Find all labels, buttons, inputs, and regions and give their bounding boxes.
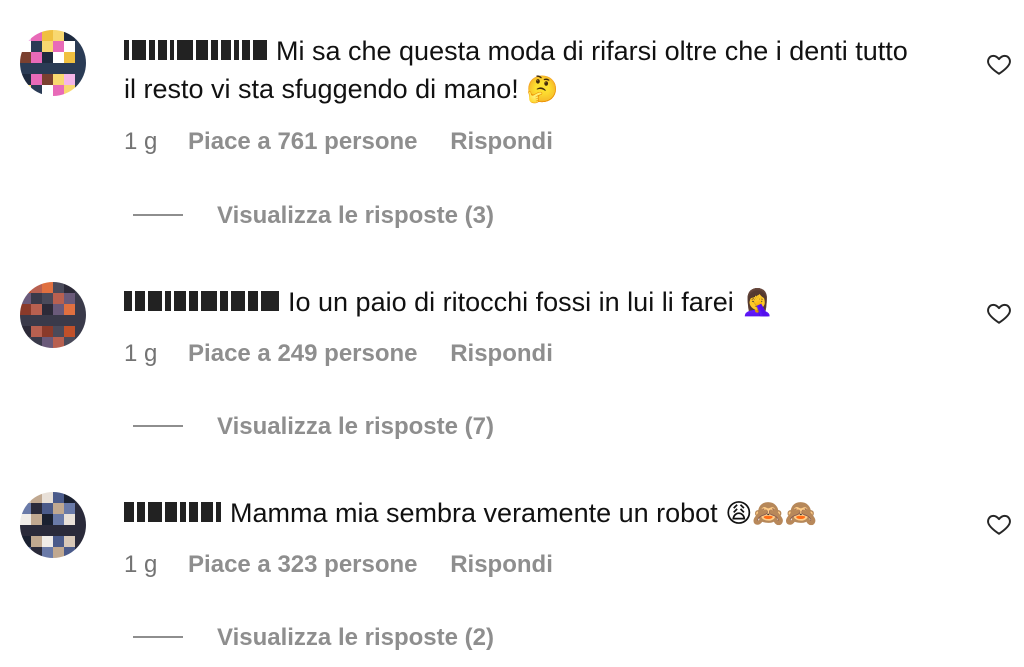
heart-icon[interactable] <box>986 511 1012 537</box>
view-replies-label: Visualizza le risposte (2) <box>217 624 494 651</box>
comment-meta: 1 g Piace a 249 persone Rispondi <box>124 340 579 368</box>
view-replies-label: Visualizza le risposte (3) <box>217 202 494 229</box>
reply-button[interactable]: Rispondi <box>450 551 553 578</box>
username-redacted[interactable] <box>124 39 270 60</box>
likes-count[interactable]: Piace a 249 persone <box>188 340 417 367</box>
comment-text: Mi sa che questa moda di rifarsi oltre c… <box>124 32 924 108</box>
reply-button[interactable]: Rispondi <box>450 340 553 367</box>
thinking-emoji: 🤔 <box>526 74 559 104</box>
comment-text: Io un paio di ritocchi fossi in lui li f… <box>124 283 924 321</box>
comment-meta: 1 g Piace a 761 persone Rispondi <box>124 128 579 156</box>
comment-text: Mamma mia sembra veramente un robot 😩🙈🙈 <box>124 494 924 532</box>
comment-body: Io un paio di ritocchi fossi in lui li f… <box>288 287 734 317</box>
likes-count[interactable]: Piace a 761 persone <box>188 128 417 155</box>
view-replies-button[interactable]: Visualizza le risposte (2) <box>133 624 494 652</box>
avatar[interactable] <box>20 30 86 96</box>
comment-meta: 1 g Piace a 323 persone Rispondi <box>124 551 579 579</box>
view-replies-label: Visualizza le risposte (7) <box>217 413 494 440</box>
heart-icon[interactable] <box>986 51 1012 77</box>
heart-icon[interactable] <box>986 300 1012 326</box>
divider-line <box>133 635 183 638</box>
view-replies-button[interactable]: Visualizza le risposte (7) <box>133 413 494 441</box>
avatar[interactable] <box>20 492 86 558</box>
username-redacted[interactable] <box>124 501 224 522</box>
view-replies-button[interactable]: Visualizza le risposte (3) <box>133 202 494 230</box>
avatar[interactable] <box>20 282 86 348</box>
comment-body: Mamma mia sembra veramente un robot <box>230 498 718 528</box>
comment-time: 1 g <box>124 128 158 155</box>
facepalm-emoji: 🤦‍♀️ <box>741 287 774 317</box>
comment-time: 1 g <box>124 551 158 578</box>
divider-line <box>133 424 183 427</box>
username-redacted[interactable] <box>124 290 282 311</box>
likes-count[interactable]: Piace a 323 persone <box>188 551 417 578</box>
weary-monkey-emoji: 😩🙈🙈 <box>725 498 818 528</box>
divider-line <box>133 213 183 216</box>
reply-button[interactable]: Rispondi <box>450 128 553 155</box>
comment-time: 1 g <box>124 340 158 367</box>
